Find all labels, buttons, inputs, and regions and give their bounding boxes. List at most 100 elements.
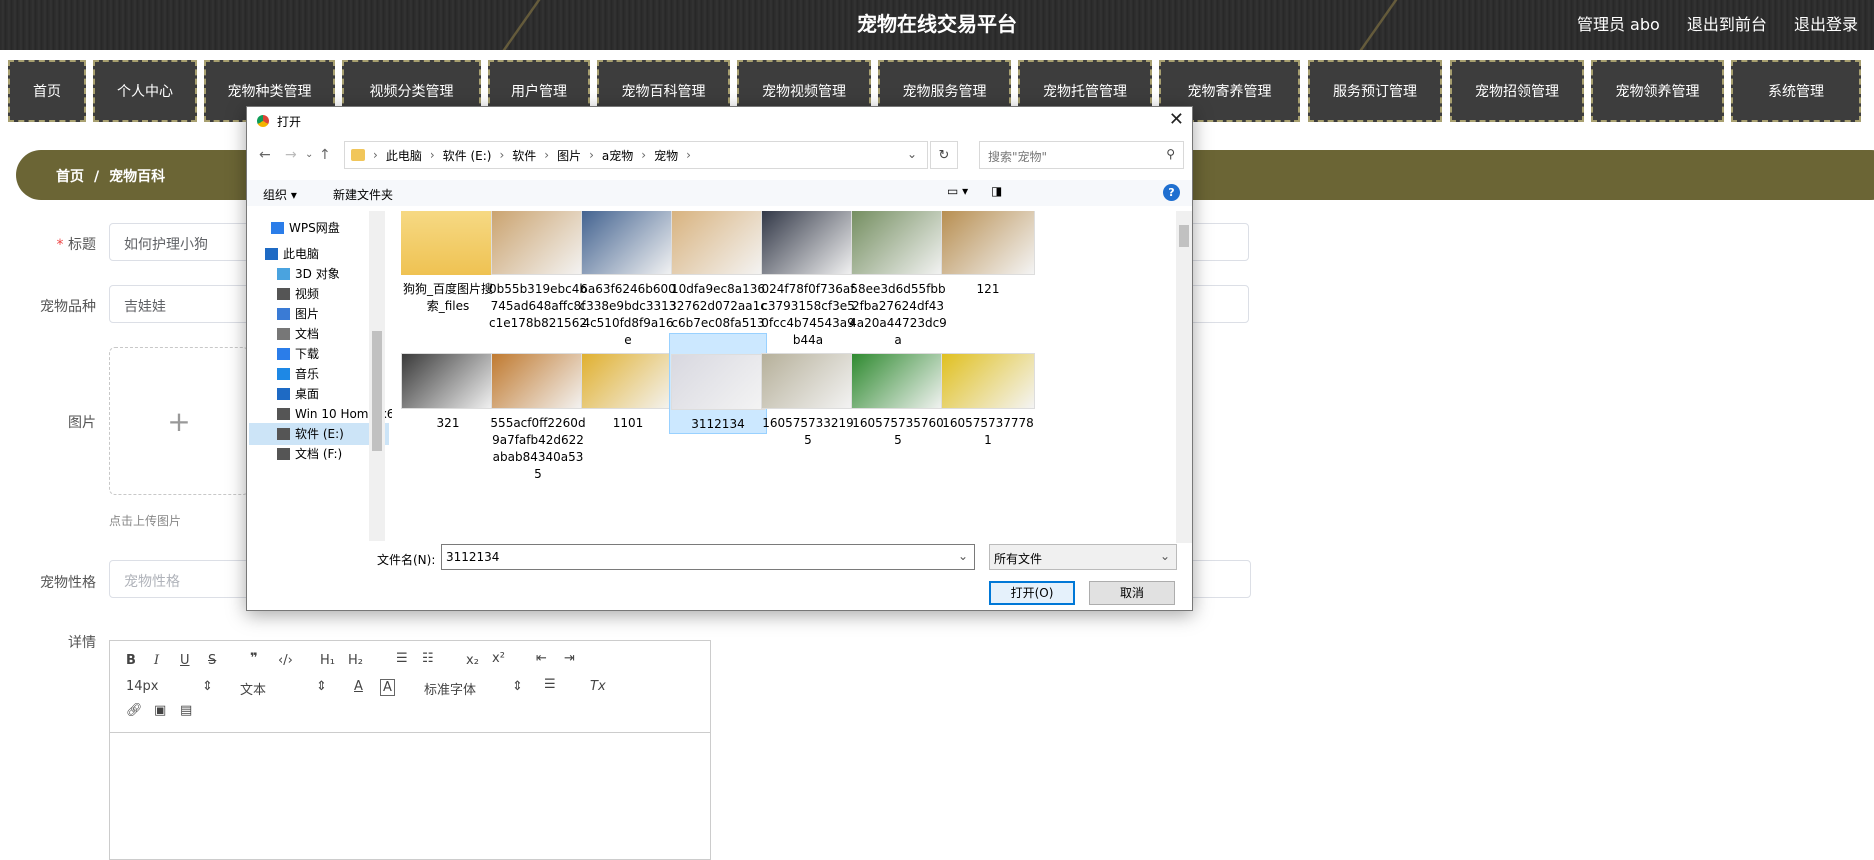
- file-item[interactable]: 3112134: [669, 333, 767, 434]
- nav-item[interactable]: 首页: [8, 60, 86, 122]
- superscript-icon[interactable]: x²: [492, 651, 505, 666]
- nav-pane-item[interactable]: 软件 (E:): [249, 423, 389, 445]
- path-chevron-icon[interactable]: ›: [373, 148, 378, 162]
- up-icon[interactable]: ↑: [319, 147, 331, 163]
- image-icon[interactable]: ▣: [154, 703, 166, 718]
- outdent-icon[interactable]: ⇤: [536, 651, 547, 666]
- bold-icon[interactable]: B: [126, 653, 136, 668]
- font-color-icon[interactable]: A: [354, 679, 363, 694]
- file-item[interactable]: 024f78f0f736afc3793158cf3e50fcc4b74543a9…: [759, 211, 857, 349]
- path-chevron-icon[interactable]: ›: [686, 148, 691, 162]
- path-chevron-icon[interactable]: ›: [430, 148, 435, 162]
- quote-icon[interactable]: ❞: [250, 651, 258, 666]
- path-chevron-icon[interactable]: ›: [499, 148, 504, 162]
- nav-pane-item[interactable]: 文档: [249, 323, 389, 345]
- new-folder-button[interactable]: 新建文件夹: [333, 186, 393, 203]
- file-item[interactable]: 0b55b319ebc4b745ad648affc8fc1e178b821562: [489, 211, 587, 332]
- nav-pane-item[interactable]: 此电脑: [249, 243, 389, 265]
- filename-input[interactable]: 3112134 ⌄: [441, 544, 975, 570]
- filename-value: 3112134: [446, 550, 500, 564]
- location-icon: [277, 388, 290, 400]
- logout-link[interactable]: 退出登录: [1794, 15, 1858, 34]
- open-button[interactable]: 打开(O): [989, 581, 1075, 605]
- italic-icon[interactable]: I: [154, 653, 159, 668]
- recent-dropdown-icon[interactable]: ⌄: [305, 149, 313, 160]
- file-item[interactable]: 321: [399, 333, 497, 432]
- chevron-down-icon[interactable]: ⌄: [958, 549, 968, 563]
- cancel-button[interactable]: 取消: [1089, 581, 1175, 605]
- refresh-icon[interactable]: ↻: [930, 141, 958, 169]
- path-segment[interactable]: 此电脑: [386, 147, 422, 164]
- nav-pane-item[interactable]: 音乐: [249, 363, 389, 385]
- scrollbar-thumb[interactable]: [1179, 225, 1189, 247]
- code-icon[interactable]: ‹/›: [278, 653, 293, 668]
- file-item[interactable]: 555acf0ff2260d9a7fafb42d622abab84340a535: [489, 333, 587, 483]
- nav-item[interactable]: 服务预订管理: [1308, 60, 1442, 122]
- file-scrollbar[interactable]: [1176, 211, 1192, 543]
- font-family-select[interactable]: 标准字体: [424, 679, 476, 698]
- view-options-icon[interactable]: ▭ ▾: [947, 184, 968, 198]
- nav-pane-item[interactable]: 桌面: [249, 383, 389, 405]
- organize-button[interactable]: 组织 ▾: [263, 186, 297, 203]
- underline-icon[interactable]: U: [180, 653, 190, 668]
- image-uploader[interactable]: +: [109, 347, 249, 495]
- nav-pane-item[interactable]: 文档 (F:): [249, 443, 389, 465]
- help-icon[interactable]: ?: [1163, 184, 1180, 201]
- filetype-select[interactable]: 所有文件 ⌄: [989, 544, 1177, 570]
- nav-pane-item[interactable]: Win 10 Home x64: [249, 403, 392, 425]
- preview-pane-icon[interactable]: ◨: [991, 184, 1002, 198]
- ordered-list-icon[interactable]: ☰: [396, 651, 408, 666]
- path-chevron-icon[interactable]: ›: [544, 148, 549, 162]
- file-item[interactable]: 1605757357605: [849, 333, 947, 449]
- back-icon[interactable]: ←: [259, 147, 271, 163]
- search-input[interactable]: 搜索"宠物" ⚲: [979, 141, 1184, 169]
- file-item[interactable]: 1101: [579, 333, 677, 432]
- nav-pane-item[interactable]: 3D 对象: [249, 263, 389, 285]
- clear-format-icon[interactable]: Tx: [590, 679, 606, 694]
- path-segment[interactable]: 软件 (E:): [443, 147, 492, 164]
- nav-item[interactable]: 系统管理: [1731, 60, 1861, 122]
- file-item[interactable]: 6a63f6246b600c338e9bdc33134c510fd8f9a16e: [579, 211, 677, 349]
- link-icon[interactable]: 🔗︎: [126, 703, 143, 718]
- video-icon[interactable]: ▤: [180, 703, 192, 718]
- breadcrumb-home[interactable]: 首页: [56, 169, 84, 185]
- bullet-list-icon[interactable]: ☷: [422, 651, 434, 666]
- nav-pane-item[interactable]: 视频: [249, 283, 389, 305]
- path-segment[interactable]: 宠物: [654, 147, 678, 164]
- top-header: 宠物在线交易平台 管理员 abo 退出到前台 退出登录: [0, 0, 1874, 50]
- file-item[interactable]: 10dfa9ec8a13632762d072aa1cc6b7ec08fa513d…: [669, 211, 767, 349]
- file-item[interactable]: 121: [939, 211, 1037, 298]
- close-icon[interactable]: ✕: [1169, 109, 1184, 130]
- nav-item[interactable]: 宠物招领管理: [1450, 60, 1584, 122]
- path-segment[interactable]: 图片: [557, 147, 581, 164]
- path-segment[interactable]: 软件: [512, 147, 536, 164]
- background-color-icon[interactable]: A: [380, 679, 395, 696]
- path-chevron-icon[interactable]: ›: [641, 148, 646, 162]
- subscript-icon[interactable]: x₂: [466, 653, 479, 668]
- forward-icon[interactable]: →: [285, 147, 297, 163]
- file-item[interactable]: 1605757332195: [759, 333, 857, 449]
- nav-item[interactable]: 个人中心: [93, 60, 197, 122]
- nav-pane-item[interactable]: WPS网盘: [249, 217, 389, 239]
- nav-scrollbar[interactable]: [369, 211, 385, 541]
- file-item[interactable]: 狗狗_百度图片搜索_files: [399, 211, 497, 315]
- path-segment[interactable]: a宠物: [602, 147, 633, 164]
- file-item[interactable]: 1605757377781: [939, 333, 1037, 449]
- chevron-down-icon[interactable]: ⌄: [907, 147, 917, 161]
- file-item[interactable]: 58ee3d6d55fbb2fba27624df434a20a44723dc9a: [849, 211, 947, 349]
- front-link[interactable]: 退出到前台: [1687, 15, 1767, 34]
- nav-pane-item[interactable]: 下载: [249, 343, 389, 365]
- address-bar[interactable]: › 此电脑 › 软件 (E:) › 软件 › 图片 › a宠物 › 宠物 ›: [344, 141, 928, 169]
- align-icon[interactable]: ☰: [544, 677, 556, 692]
- path-chevron-icon[interactable]: ›: [589, 148, 594, 162]
- nav-item[interactable]: 宠物领养管理: [1591, 60, 1724, 122]
- font-size-select[interactable]: 14px: [126, 679, 159, 694]
- nav-pane-item[interactable]: 图片: [249, 303, 389, 325]
- h2-icon[interactable]: H₂: [348, 653, 363, 668]
- nav-pane-label: 此电脑: [283, 247, 320, 261]
- indent-icon[interactable]: ⇥: [564, 651, 575, 666]
- h1-icon[interactable]: H₁: [320, 653, 335, 668]
- strike-icon[interactable]: S: [208, 653, 216, 668]
- scrollbar-thumb[interactable]: [372, 331, 382, 451]
- paragraph-select[interactable]: 文本: [240, 679, 266, 698]
